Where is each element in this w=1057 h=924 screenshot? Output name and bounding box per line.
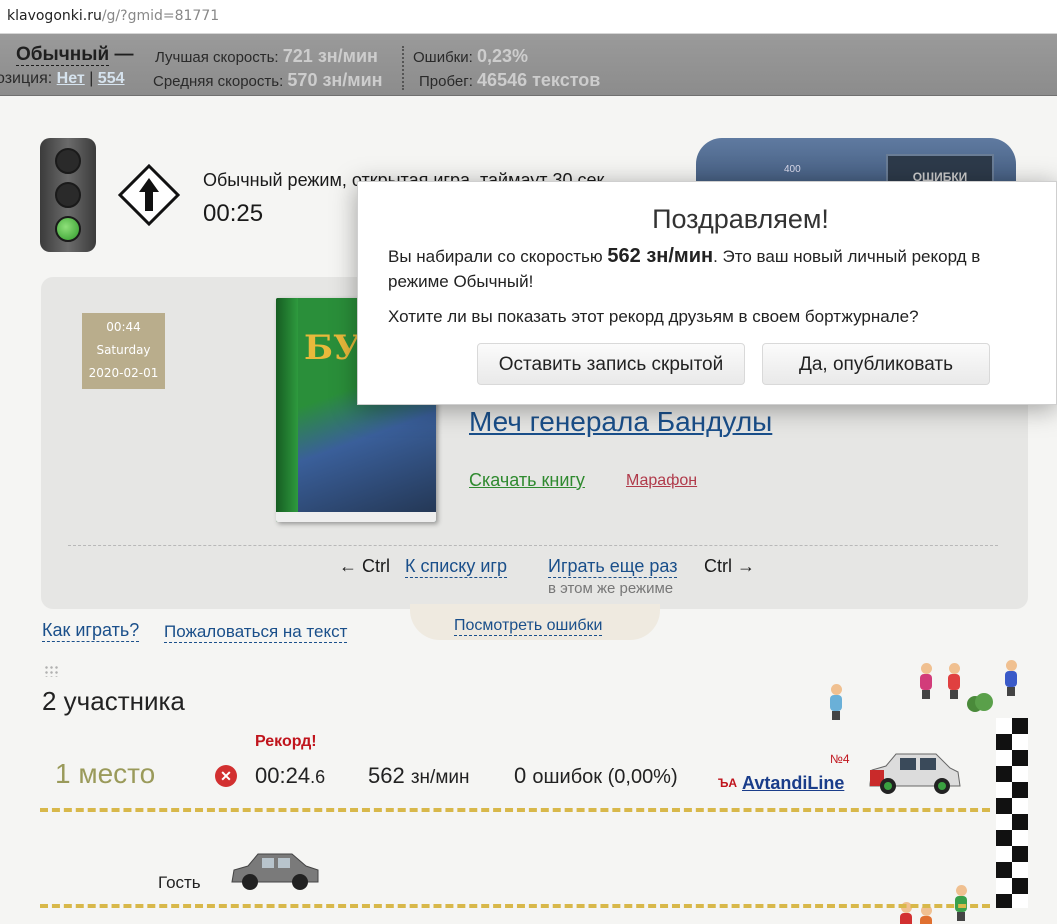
stats-divider: [402, 46, 404, 90]
modal-msg-speed: 562 зн/мин: [607, 245, 714, 267]
arrow-sign-icon: [118, 164, 180, 226]
modal-message: Вы набирали со скоростью 562 зн/мин. Это…: [388, 244, 1043, 294]
spectator-figure: [830, 684, 842, 720]
best-speed: Лучшая скорость: 721 зн/мин: [155, 46, 378, 67]
publish-button[interactable]: Да, опубликовать: [762, 343, 990, 385]
best-speed-label: Лучшая скорость:: [155, 49, 279, 66]
traffic-lamp-red: [55, 148, 81, 174]
book-spine: [276, 298, 298, 522]
lane-marking: [40, 808, 990, 812]
spectator-figure: [920, 663, 932, 699]
close-icon[interactable]: ✕: [215, 765, 237, 787]
lane-marking: [40, 904, 990, 908]
modal-title: Поздравляем!: [652, 204, 829, 234]
url-text[interactable]: klavogonki.ru/g/?gmid=81771: [7, 8, 219, 24]
race-speed-value: 562: [368, 763, 405, 788]
date-box-time: 00:44: [106, 320, 141, 334]
record-label: Рекорд!: [255, 733, 317, 750]
position-num-link[interactable]: 554: [98, 70, 125, 87]
same-mode-hint: в этом же режиме: [548, 580, 674, 597]
keep-hidden-button[interactable]: Оставить запись скрытой: [477, 343, 745, 385]
errors-stat: Ошибки: 0,23%: [413, 46, 528, 67]
spectator-figure: [1005, 660, 1017, 696]
spectator-figure: [948, 663, 960, 699]
download-book-link[interactable]: Скачать книгу: [469, 470, 585, 491]
book-title-link[interactable]: Меч генерала Бандулы: [469, 406, 772, 438]
spectator-figure: [955, 885, 967, 921]
avg-speed: Средняя скорость: 570 зн/мин: [153, 70, 383, 91]
traffic-lamp-yellow: [55, 182, 81, 208]
complain-link[interactable]: Пожаловаться на текст: [164, 622, 348, 643]
panel-divider: [68, 545, 998, 546]
marathon-link[interactable]: Марафон: [626, 472, 697, 490]
guest-car-icon: [231, 853, 319, 890]
url-path: /g/?gmid=81771: [101, 8, 220, 24]
how-to-play-link[interactable]: Как играть?: [42, 620, 140, 642]
race-time: 00:24.6: [255, 763, 325, 789]
race-errors-text: ошибок (0,00%): [532, 766, 678, 788]
speedometer-tick: 400: [784, 164, 801, 175]
mileage-value: 46546 текстов: [477, 70, 601, 90]
bush-icon: [967, 693, 993, 712]
address-bar[interactable]: klavogonki.ru/g/?gmid=81771: [0, 0, 1057, 34]
game-timer: 00:25: [203, 200, 264, 227]
games-list-link[interactable]: К списку игр: [405, 556, 507, 578]
race-time-frac: .6: [310, 767, 326, 787]
position-no-link[interactable]: Нет: [57, 70, 85, 87]
stats-bar: Обычный — озиция: Нет | 554 Лучшая скоро…: [0, 34, 1057, 96]
date-box: 00:44 Saturday 2020-02-01: [82, 313, 165, 389]
race-speed-unit: зн/мин: [410, 767, 470, 788]
player-name-link[interactable]: AvtandiLine: [742, 773, 844, 794]
best-speed-value: 721 зн/мин: [282, 46, 378, 66]
mileage-stat: Пробег: 46546 текстов: [419, 70, 600, 91]
rank-badge: №4: [830, 752, 850, 766]
play-again-link[interactable]: Играть еще раз: [548, 556, 678, 578]
url-host: klavogonki.ru: [7, 8, 102, 24]
next-key-hint: Ctrl →: [704, 556, 755, 576]
finish-line-icon: [996, 718, 1028, 908]
race-place: 1 место: [55, 758, 156, 789]
position-separator: |: [89, 70, 94, 87]
avg-speed-label: Средняя скорость:: [153, 73, 284, 90]
view-errors-link[interactable]: Посмотреть ошибки: [454, 617, 603, 636]
position-line: озиция: Нет | 554: [0, 70, 125, 88]
race-errors: 0 ошибок (0,00%): [514, 763, 678, 789]
modal-question: Хотите ли вы показать этот рекорд друзья…: [388, 307, 919, 326]
errors-value: 0,23%: [476, 46, 528, 66]
date-box-weekday: Saturday: [96, 343, 151, 357]
traffic-lamp-green: [55, 216, 81, 242]
avg-speed-value: 570 зн/мин: [287, 70, 383, 90]
participants-count: 2 участника: [42, 686, 185, 716]
traffic-light-icon: [40, 138, 96, 252]
modal-msg-prefix: Вы набирали со скоростью: [388, 247, 603, 266]
mode-name[interactable]: Обычный: [16, 44, 110, 66]
race-speed: 562 зн/мин: [368, 763, 470, 789]
mileage-label: Пробег:: [419, 73, 473, 90]
race-errors-count: 0: [514, 763, 527, 788]
errors-label: Ошибки:: [413, 49, 473, 66]
mode-dash: —: [114, 44, 134, 65]
book-pages: [276, 512, 436, 522]
date-box-date: 2020-02-01: [88, 366, 159, 380]
user-rank-icon: ЪА: [718, 776, 738, 790]
record-modal: Поздравляем! Вы набирали со скоростью 56…: [357, 181, 1057, 405]
player-car-icon: [869, 753, 961, 794]
race-time-main: 00:24: [255, 763, 311, 788]
position-label: озиция:: [0, 70, 53, 87]
guest-label: Гость: [158, 873, 201, 892]
drag-handle-icon[interactable]: [44, 665, 58, 677]
prev-key-hint: ← Ctrl: [339, 556, 390, 576]
mode-title: Обычный —: [16, 44, 133, 66]
